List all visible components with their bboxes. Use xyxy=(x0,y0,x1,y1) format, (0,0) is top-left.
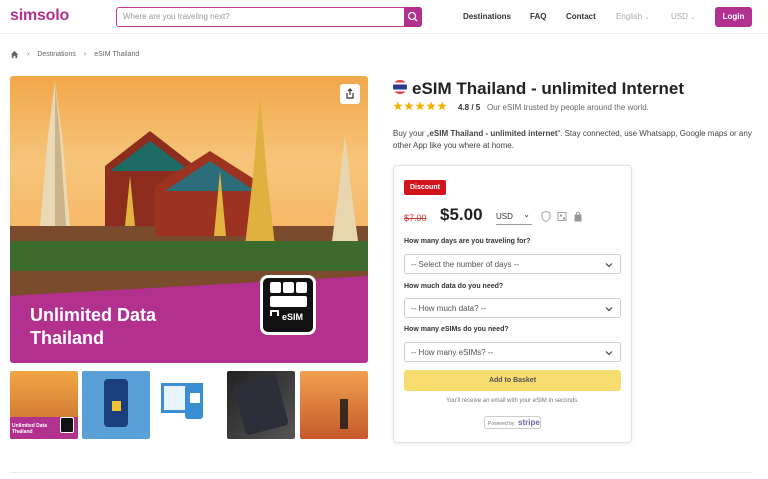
thumbnail-3[interactable] xyxy=(155,371,223,439)
breadcrumb-current: eSIM Thailand xyxy=(94,51,140,58)
days-question: How many days are you traveling for? xyxy=(404,238,531,245)
sim-chip-icon xyxy=(270,282,307,316)
chevron-right-icon: › xyxy=(27,51,30,58)
esims-select-value: -- How many eSIMs? -- xyxy=(411,348,494,357)
breadcrumb-destinations[interactable]: Destinations xyxy=(37,51,76,58)
star-icon xyxy=(426,101,436,111)
bag-icon xyxy=(574,211,582,222)
search-bar[interactable]: Where are you traveling next? xyxy=(116,7,422,27)
chevron-down-icon: ⌄ xyxy=(644,15,650,21)
language-select[interactable]: English ⌄ xyxy=(616,12,650,21)
delivery-note: You'll receive an email with your eSIM i… xyxy=(446,398,579,404)
discount-badge: Discount xyxy=(404,180,446,195)
chevron-down-icon xyxy=(605,307,613,312)
share-button[interactable] xyxy=(340,84,360,104)
breadcrumb: › Destinations › eSIM Thailand xyxy=(10,50,139,59)
product-main-image[interactable]: Unlimited Data Thailand eSIM xyxy=(10,76,368,363)
currency-select[interactable]: USD ⌄ xyxy=(671,12,695,21)
rating-note: Our eSIM trusted by people around the wo… xyxy=(487,103,649,112)
share-icon xyxy=(346,88,354,99)
search-input[interactable]: Where are you traveling next? xyxy=(123,12,230,21)
chevron-right-icon: › xyxy=(83,51,87,58)
currency-label: USD xyxy=(671,12,688,21)
hero-title: Unlimited Data Thailand xyxy=(30,305,157,348)
star-icon xyxy=(415,101,425,111)
home-icon[interactable] xyxy=(10,50,19,59)
product-description: Buy your „eSIM Thailand - unlimited inte… xyxy=(393,129,752,150)
star-icon xyxy=(393,101,403,111)
add-to-basket-button[interactable]: Add to Basket xyxy=(404,370,621,391)
chevron-down-icon: ⌄ xyxy=(523,210,530,219)
currency-value: USD xyxy=(496,212,513,221)
section-divider xyxy=(10,472,752,473)
chevron-down-icon xyxy=(605,351,613,356)
days-select[interactable]: -- Select the number of days -- xyxy=(404,254,621,274)
esims-question: How many eSIMs do you need? xyxy=(404,326,509,333)
search-button[interactable] xyxy=(404,7,422,27)
data-question: How much data do you need? xyxy=(404,283,504,290)
days-select-value: -- Select the number of days -- xyxy=(411,260,520,269)
powered-by-stripe-badge: Powered by stripe xyxy=(484,416,541,429)
nav-destinations[interactable]: Destinations xyxy=(463,12,511,21)
star-icon xyxy=(437,101,447,111)
sim-card-icon xyxy=(60,417,74,433)
traveler-silhouette xyxy=(340,399,348,429)
thumbnail-2[interactable] xyxy=(82,371,150,439)
current-price: $5.00 xyxy=(440,205,483,224)
thumbnail-4[interactable] xyxy=(227,371,295,439)
chevron-down-icon xyxy=(605,263,613,268)
sim-card-icon xyxy=(112,401,121,411)
thumbnail-5[interactable] xyxy=(300,371,368,439)
esims-select[interactable]: -- How many eSIMs? -- xyxy=(404,342,621,362)
rating-value: 4.8 / 5 xyxy=(458,103,481,112)
esim-card-label: eSIM xyxy=(282,312,304,322)
thumbnail-1[interactable]: Unlimited Data Thailand xyxy=(10,371,78,439)
qr-code-icon xyxy=(190,393,200,403)
data-select[interactable]: -- How much data? -- xyxy=(404,298,621,318)
nav-faq[interactable]: FAQ xyxy=(530,12,546,21)
shield-icon xyxy=(541,211,551,222)
logo[interactable]: simsolo xyxy=(10,7,69,25)
nav-contact[interactable]: Contact xyxy=(566,12,596,21)
product-title: eSIM Thailand - unlimited Internet xyxy=(412,79,685,98)
language-label: English xyxy=(616,12,643,21)
currency-dropdown[interactable]: USD ⌄ xyxy=(496,210,532,225)
search-icon xyxy=(407,11,418,22)
old-price: $7.00 xyxy=(404,213,427,223)
thumbnail-title: Unlimited Data Thailand xyxy=(12,423,48,435)
site-header: simsolo Where are you traveling next? De… xyxy=(0,0,768,34)
thailand-flag-icon xyxy=(393,80,407,94)
chevron-down-icon: ⌄ xyxy=(690,15,696,21)
qr-code-icon xyxy=(557,212,567,221)
phone-icon xyxy=(233,374,289,436)
rating-stars xyxy=(393,101,447,111)
temple-illustration xyxy=(10,81,368,306)
esim-card-graphic: eSIM xyxy=(260,275,316,335)
login-button[interactable]: Login xyxy=(715,7,752,27)
data-select-value: -- How much data? -- xyxy=(411,304,487,313)
star-icon xyxy=(404,101,414,111)
